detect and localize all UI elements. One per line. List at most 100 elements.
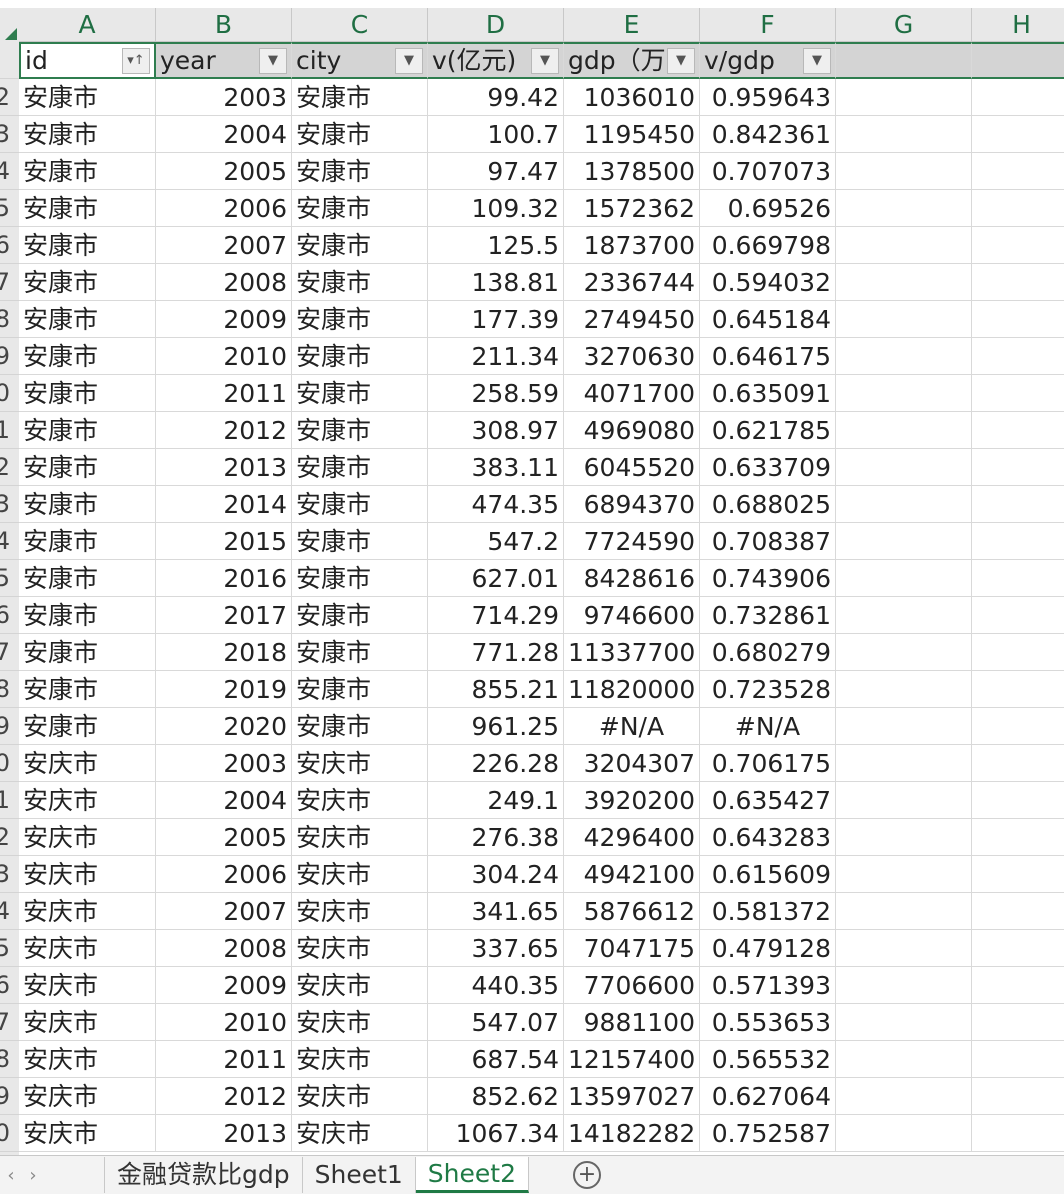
add-sheet-icon[interactable]: + [572,1161,601,1189]
sheet-tab-sheet1[interactable]: Sheet1 [303,1157,416,1193]
header-cell-ratio[interactable]: v/gdp ▼ [700,42,836,79]
cell-ratio[interactable]: 0.645184 [700,301,836,338]
empty-cell[interactable] [972,597,1064,634]
column-header-b[interactable]: B [156,8,292,42]
cell-gdp[interactable]: 7047175 [564,930,700,967]
empty-cell[interactable] [972,449,1064,486]
row-number[interactable]: 6 [0,227,19,264]
cell-gdp[interactable]: 1036010 [564,79,700,116]
cell-year[interactable]: 2020 [156,708,292,745]
cell-year[interactable]: 2008 [156,930,292,967]
cell-year[interactable]: 2004 [156,116,292,153]
cell-gdp[interactable]: 1195450 [564,116,700,153]
filter-dropdown-icon[interactable]: ▼ [395,47,423,74]
cell-city[interactable]: 安康市 [292,671,428,708]
cell-ratio[interactable]: 0.723528 [700,671,836,708]
cell-v[interactable]: 226.28 [428,745,564,782]
cell-gdp[interactable]: 13597027 [564,1078,700,1115]
cell-city[interactable]: 安康市 [292,301,428,338]
filter-dropdown-icon[interactable]: ▼ [259,47,287,74]
cell-city[interactable]: 安康市 [292,227,428,264]
row-number[interactable]: 24 [0,893,19,930]
empty-cell[interactable] [836,1004,972,1041]
cell-year[interactable]: 2007 [156,893,292,930]
cell-city[interactable]: 安康市 [292,79,428,116]
cell-gdp[interactable]: 4942100 [564,856,700,893]
cell-v[interactable]: 211.34 [428,338,564,375]
empty-cell[interactable] [972,782,1064,819]
empty-cell[interactable] [972,1115,1064,1152]
empty-cell[interactable] [836,301,972,338]
empty-cell[interactable] [836,116,972,153]
row-number[interactable]: 8 [0,301,19,338]
cell-id[interactable]: 安康市 [19,486,156,523]
cell-v[interactable]: 249.1 [428,782,564,819]
cell-ratio[interactable]: 0.646175 [700,338,836,375]
cell-gdp[interactable]: 1572362 [564,190,700,227]
header-cell-empty[interactable] [836,42,972,79]
cell-id[interactable]: 安康市 [19,301,156,338]
empty-cell[interactable] [836,79,972,116]
cell-year[interactable]: 2018 [156,634,292,671]
empty-cell[interactable] [972,190,1064,227]
row-number[interactable]: 25 [0,930,19,967]
row-number[interactable]: 22 [0,819,19,856]
empty-cell[interactable] [836,634,972,671]
cell-city[interactable]: 安庆市 [292,782,428,819]
cell-v[interactable]: 276.38 [428,819,564,856]
cell-city[interactable]: 安康市 [292,116,428,153]
cell-v[interactable]: 1067.34 [428,1115,564,1152]
empty-cell[interactable] [836,930,972,967]
cell-v[interactable]: 97.47 [428,153,564,190]
cell-v[interactable]: 177.39 [428,301,564,338]
cell-city[interactable]: 安庆市 [292,819,428,856]
header-cell-empty[interactable] [972,42,1064,79]
cell-v[interactable]: 337.65 [428,930,564,967]
cell-gdp[interactable]: 1873700 [564,227,700,264]
empty-cell[interactable] [836,523,972,560]
row-number[interactable]: 9 [0,338,19,375]
cell-v[interactable]: 852.62 [428,1078,564,1115]
cell-gdp[interactable]: 2336744 [564,264,700,301]
cell-ratio[interactable]: 0.669798 [700,227,836,264]
cell-ratio[interactable]: 0.708387 [700,523,836,560]
cell-year[interactable]: 2009 [156,301,292,338]
cell-ratio[interactable]: 0.69526 [700,190,836,227]
cell-gdp[interactable]: 4296400 [564,819,700,856]
empty-cell[interactable] [836,338,972,375]
cell-v[interactable]: 125.5 [428,227,564,264]
cell-year[interactable]: 2013 [156,449,292,486]
row-number[interactable]: 4 [0,153,19,190]
empty-cell[interactable] [972,375,1064,412]
cell-v[interactable]: 547.07 [428,1004,564,1041]
cell-ratio[interactable]: #N/A [700,708,836,745]
cell-city[interactable]: 安庆市 [292,745,428,782]
empty-cell[interactable] [836,856,972,893]
cell-year[interactable]: 2003 [156,79,292,116]
empty-cell[interactable] [972,671,1064,708]
cell-id[interactable]: 安庆市 [19,1004,156,1041]
column-header-h[interactable]: H [972,8,1064,42]
cell-id[interactable]: 安康市 [19,708,156,745]
empty-cell[interactable] [836,227,972,264]
cell-gdp[interactable]: 8428616 [564,560,700,597]
row-number[interactable]: 3 [0,116,19,153]
cell-v[interactable]: 547.2 [428,523,564,560]
empty-cell[interactable] [836,1078,972,1115]
tab-scroll-right-icon[interactable]: › [22,1165,44,1186]
row-number[interactable]: 16 [0,597,19,634]
cell-ratio[interactable]: 0.643283 [700,819,836,856]
row-number[interactable]: 19 [0,708,19,745]
empty-cell[interactable] [972,1041,1064,1078]
cell-city[interactable]: 安庆市 [292,1078,428,1115]
empty-cell[interactable] [972,1004,1064,1041]
cell-year[interactable]: 2015 [156,523,292,560]
cell-year[interactable]: 2009 [156,967,292,1004]
empty-cell[interactable] [836,1041,972,1078]
empty-cell[interactable] [972,227,1064,264]
cell-gdp[interactable]: 2749450 [564,301,700,338]
cell-city[interactable]: 安康市 [292,338,428,375]
row-number[interactable]: 30 [0,1115,19,1152]
cell-id[interactable]: 安康市 [19,153,156,190]
cell-v[interactable]: 258.59 [428,375,564,412]
